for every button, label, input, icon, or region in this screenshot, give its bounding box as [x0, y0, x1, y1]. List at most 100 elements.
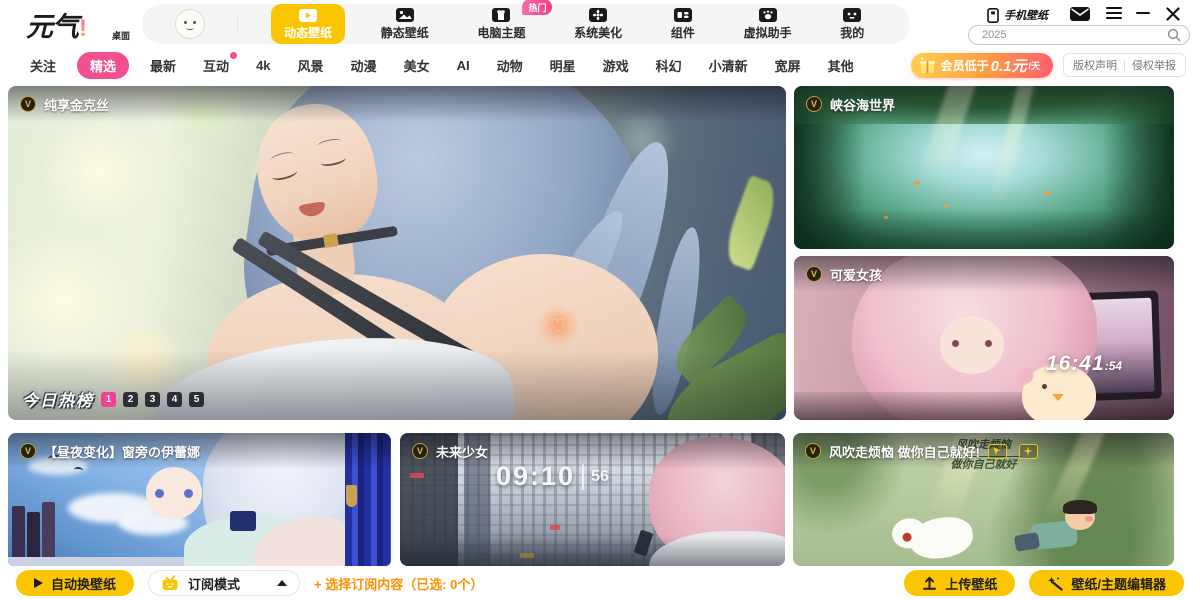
- nav-item-other[interactable]: 其他: [828, 56, 854, 75]
- search-input[interactable]: [982, 29, 1167, 41]
- play-icon: [34, 578, 43, 588]
- nav-item-scifi[interactable]: 科幻: [656, 56, 682, 75]
- neon-sign: [550, 525, 560, 530]
- wallpaper-card-canyon[interactable]: V 峡谷海世界: [794, 86, 1174, 249]
- upload-wallpaper-button[interactable]: 上传壁纸: [904, 570, 1015, 596]
- nav-item-scenery[interactable]: 风景: [298, 56, 324, 75]
- main-tab-bar: 动态壁纸 静态壁纸 热门 电脑主题 系统美化 组件 虚拟助手 我的: [142, 4, 910, 44]
- widgets-icon: [674, 8, 692, 22]
- tab-label: 组件: [671, 24, 695, 41]
- avatar-mouth-icon: [186, 26, 194, 30]
- phone-wallpaper-label: 手机壁纸: [1004, 7, 1048, 23]
- today-hot-label: 今日热榜: [22, 387, 94, 411]
- avatar-eye-icon: [184, 21, 187, 24]
- hot-badge: 热门: [522, 0, 552, 15]
- tab-mine[interactable]: 我的: [827, 4, 877, 44]
- nav-item-interactive[interactable]: 互动: [203, 56, 229, 75]
- fish-shape: [914, 181, 920, 185]
- tab-static-wallpaper[interactable]: 静态壁纸: [368, 4, 442, 44]
- v-badge-icon: V: [20, 96, 36, 112]
- wallpaper-theme-editor-button[interactable]: 壁纸/主题编辑器: [1029, 570, 1184, 596]
- member-banner-price: 0.1元: [991, 55, 1027, 76]
- closed-eye-shape: [319, 153, 347, 168]
- pc-theme-icon: [492, 8, 510, 22]
- v-badge-icon: V: [805, 443, 821, 459]
- search-icon[interactable]: [1167, 28, 1181, 42]
- tab-widgets[interactable]: 组件: [658, 4, 708, 44]
- nav-item-animal[interactable]: 动物: [497, 56, 523, 75]
- interactive-sparkle-icon[interactable]: [1019, 444, 1038, 459]
- tab-pc-theme[interactable]: 热门 电脑主题: [464, 4, 538, 44]
- card-title: 未来少女: [436, 442, 488, 461]
- nav-item-latest[interactable]: 最新: [150, 56, 176, 75]
- clock-seconds: 56: [591, 468, 609, 486]
- card-header: V 纯享金克丝: [8, 86, 786, 122]
- user-avatar[interactable]: [175, 9, 205, 39]
- search-box[interactable]: [968, 25, 1190, 45]
- wallpaper-grid: ♡ V 纯享金克丝 今日热榜 1 2 3 4 5: [0, 82, 1200, 566]
- close-icon: [1166, 7, 1180, 21]
- nav-item-follow[interactable]: 关注: [30, 56, 56, 75]
- card-header: V 风吹走烦恼 做你自己就好!: [793, 433, 1174, 469]
- bottom-action-bar: 自动换壁纸 订阅模式 + 选择订阅内容（已选: 0个） 上传壁纸 壁纸/主题编辑…: [0, 566, 1200, 600]
- app-logo: 元气! 桌面: [26, 5, 136, 44]
- wallpaper-card-cute-girl[interactable]: 16:41:54 V 可爱女孩: [794, 256, 1174, 420]
- rank-badge-4[interactable]: 4: [167, 392, 182, 407]
- subscribe-mode-dropdown[interactable]: 订阅模式: [148, 570, 300, 596]
- eyebrow-shape: [269, 150, 294, 164]
- wallpaper-card-irena[interactable]: V 【昼夜变化】窗旁の伊蕾娜: [8, 433, 391, 566]
- card-title: 可爱女孩: [830, 265, 882, 284]
- v-badge-icon: V: [412, 443, 428, 459]
- copyright-link[interactable]: 版权声明: [1073, 57, 1117, 73]
- wallpaper-card-future-girl[interactable]: 09:10 56 V 未来少女: [400, 433, 785, 566]
- gift-icon: [918, 56, 937, 75]
- wallpaper-card-shinchan[interactable]: 风吹走烦恼 做你自己就好 V 风吹走烦恼 做你自己就好!: [793, 433, 1174, 566]
- nav-item-ai[interactable]: AI: [457, 58, 470, 73]
- logo-text: 元气: [26, 12, 78, 42]
- rank-badge-3[interactable]: 3: [145, 392, 160, 407]
- tab-label: 电脑主题: [477, 24, 525, 41]
- tassel-shape: [346, 485, 357, 507]
- nav-item-game[interactable]: 游戏: [603, 56, 629, 75]
- rank-badge-5[interactable]: 5: [189, 392, 204, 407]
- phone-icon: [987, 8, 1000, 23]
- tab-label: 我的: [840, 24, 864, 41]
- book-shape: [42, 502, 55, 560]
- interactive-cursor-icon[interactable]: [988, 444, 1007, 459]
- minimize-button[interactable]: [1136, 7, 1150, 14]
- close-button[interactable]: [1166, 7, 1180, 21]
- card-title: 风吹走烦恼 做你自己就好!: [829, 442, 980, 461]
- mouth-shape: [299, 201, 327, 218]
- bottom-vignette: [794, 209, 1174, 249]
- rank-badge-2[interactable]: 2: [123, 392, 138, 407]
- phone-wallpaper-button[interactable]: 手机壁纸: [987, 7, 1048, 23]
- hero-title: 纯享金克丝: [44, 95, 109, 114]
- menu-button[interactable]: [1106, 7, 1122, 19]
- fish-shape: [1044, 191, 1050, 195]
- nav-item-anime[interactable]: 动漫: [351, 56, 377, 75]
- select-subscribe-content-link[interactable]: + 选择订阅内容（已选: 0个）: [314, 574, 483, 593]
- neon-sign: [410, 473, 424, 478]
- leaf-shape: [720, 175, 783, 271]
- category-nav: 关注 精选 最新 互动 4k 风景 动漫 美女 AI 动物 明星 游戏 科幻 小…: [0, 48, 1200, 82]
- nav-item-fresh[interactable]: 小清新: [709, 56, 748, 75]
- tab-virtual-assistant[interactable]: 虚拟助手: [731, 4, 805, 44]
- nav-item-4k[interactable]: 4k: [256, 58, 270, 73]
- member-banner[interactable]: 会员低于 0.1元 /天: [911, 53, 1053, 78]
- subscribe-mode-label: 订阅模式: [188, 574, 240, 593]
- book-shape: [12, 506, 25, 560]
- auto-change-wallpaper-button[interactable]: 自动换壁纸: [16, 570, 134, 596]
- tab-system-beautify[interactable]: 系统美化: [561, 4, 635, 44]
- report-link[interactable]: 侵权举报: [1132, 57, 1176, 73]
- avatar-eye-icon: [193, 21, 196, 24]
- static-wallpaper-icon: [396, 8, 414, 22]
- nav-item-beauty[interactable]: 美女: [404, 56, 430, 75]
- rank-badge-1[interactable]: 1: [101, 392, 116, 407]
- legal-links: 版权声明 侵权举报: [1063, 53, 1186, 77]
- nav-item-widescreen[interactable]: 宽屏: [775, 56, 801, 75]
- message-button[interactable]: [1070, 7, 1090, 21]
- tab-dynamic-wallpaper[interactable]: 动态壁纸: [271, 4, 345, 44]
- nav-item-featured[interactable]: 精选: [77, 52, 129, 79]
- hero-wallpaper-card[interactable]: ♡ V 纯享金克丝 今日热榜 1 2 3 4 5: [8, 86, 786, 420]
- nav-item-star[interactable]: 明星: [550, 56, 576, 75]
